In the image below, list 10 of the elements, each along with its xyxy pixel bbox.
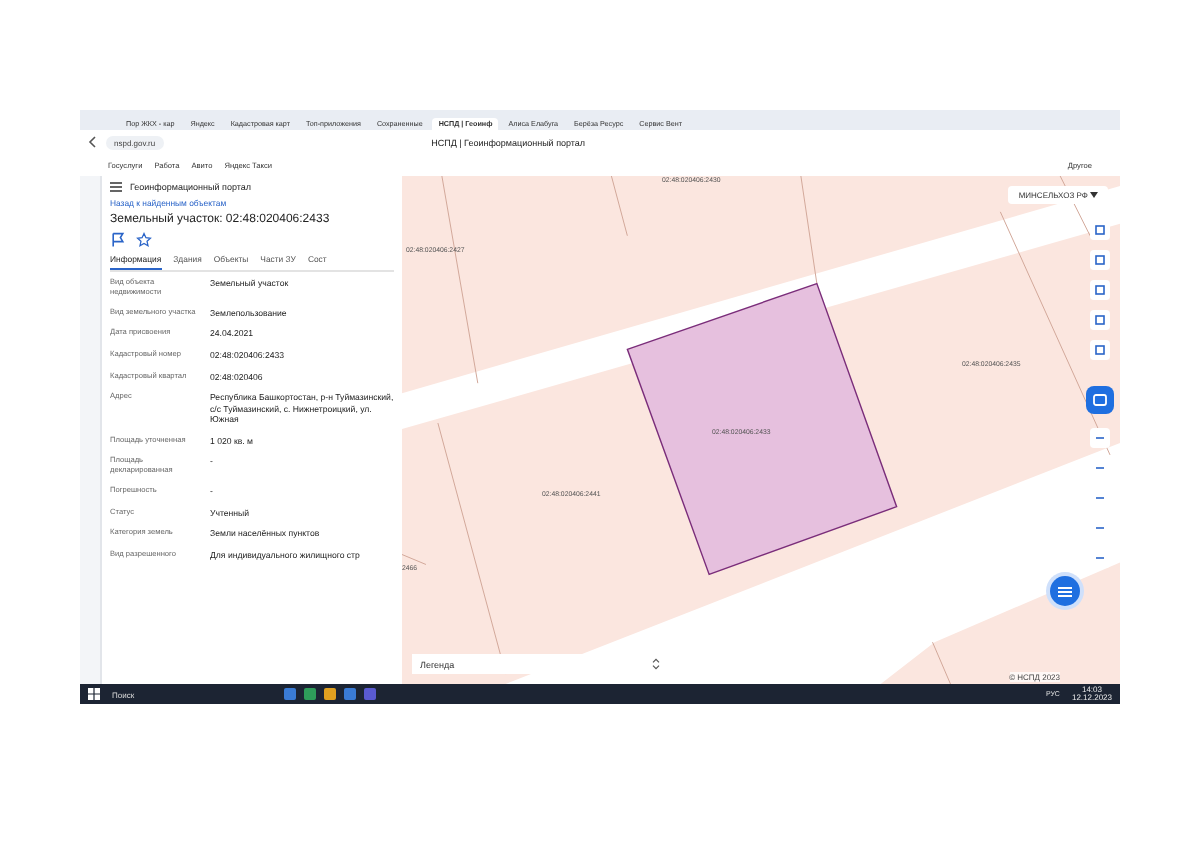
star-icon[interactable] <box>136 232 152 248</box>
list-button[interactable] <box>1050 576 1080 606</box>
map-mode-icon[interactable] <box>1086 386 1114 414</box>
flag-icon[interactable] <box>110 232 126 248</box>
caret-icon <box>1090 192 1098 198</box>
start-icon[interactable] <box>88 688 100 700</box>
list-icon <box>1058 585 1072 597</box>
menu-icon[interactable] <box>110 182 122 192</box>
back-icon[interactable] <box>88 136 98 148</box>
chevron-icon <box>652 658 660 670</box>
